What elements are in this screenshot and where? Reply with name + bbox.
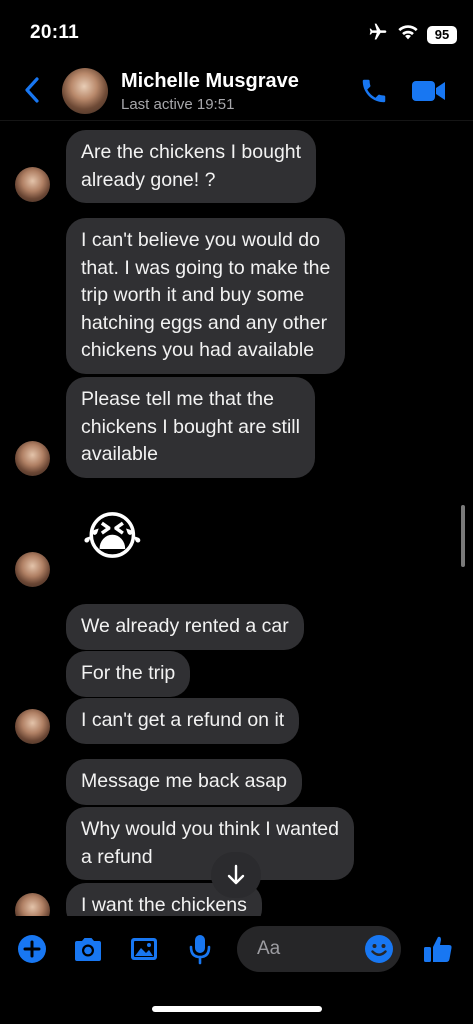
- back-button[interactable]: [18, 74, 46, 106]
- camera-button[interactable]: [71, 932, 105, 966]
- like-button[interactable]: [421, 932, 455, 966]
- gallery-button[interactable]: [127, 932, 161, 966]
- sender-avatar[interactable]: [15, 167, 50, 202]
- video-camera-icon: [412, 81, 445, 101]
- contact-name[interactable]: Michelle Musgrave: [121, 70, 299, 93]
- image-icon: [131, 938, 157, 960]
- message-bubble[interactable]: I can't get a refund on it: [66, 698, 300, 744]
- message-thread: Are the chickens I bought already gone! …: [0, 121, 473, 916]
- sender-avatar[interactable]: [15, 441, 50, 476]
- message-bubble[interactable]: Message me back asap: [66, 759, 302, 805]
- message-bubble[interactable]: Please tell me that the chickens I bough…: [66, 377, 315, 478]
- message-composer: [0, 918, 473, 984]
- thumbs-up-icon: [424, 936, 452, 962]
- messenger-screen: 20:11 95 Michelle Musgrave Last active 1…: [0, 0, 473, 1024]
- status-icons: 95: [367, 22, 457, 47]
- status-bar: 20:11 95: [0, 0, 473, 60]
- battery-indicator: 95: [427, 25, 457, 44]
- home-indicator[interactable]: [152, 1006, 322, 1012]
- airplane-mode-icon: [367, 22, 389, 47]
- last-active-status: Last active 19:51: [121, 96, 235, 113]
- sender-avatar[interactable]: [15, 709, 50, 744]
- message-bubble[interactable]: Are the chickens I bought already gone! …: [66, 130, 317, 203]
- smiley-icon: [365, 935, 393, 963]
- status-time: 20:11: [30, 22, 80, 43]
- plus-circle-icon: [18, 935, 46, 963]
- message-bubble[interactable]: I can't believe you would do that. I was…: [66, 218, 346, 374]
- emoji-message[interactable]: 😭: [82, 507, 143, 567]
- arrow-down-icon: [227, 864, 245, 885]
- sender-avatar[interactable]: [15, 893, 50, 916]
- wifi-icon: [397, 23, 419, 46]
- camera-icon: [75, 938, 101, 961]
- emoji-button[interactable]: [362, 932, 396, 966]
- scroll-indicator[interactable]: [461, 505, 465, 567]
- voice-call-button[interactable]: [359, 76, 389, 106]
- sender-avatar[interactable]: [15, 552, 50, 587]
- message-bubble[interactable]: Why would you think I wanted a refund: [66, 807, 354, 880]
- voice-message-button[interactable]: [183, 932, 217, 966]
- scroll-to-bottom-button[interactable]: [211, 852, 261, 898]
- add-button[interactable]: [15, 932, 49, 966]
- chat-header: Michelle Musgrave Last active 19:51: [0, 60, 473, 121]
- contact-avatar[interactable]: [62, 68, 108, 114]
- message-bubble[interactable]: For the trip: [66, 651, 191, 697]
- microphone-icon: [189, 935, 211, 965]
- video-call-button[interactable]: [411, 78, 447, 104]
- chevron-left-icon: [25, 77, 39, 103]
- phone-icon: [362, 79, 386, 103]
- message-bubble[interactable]: We already rented a car: [66, 604, 304, 650]
